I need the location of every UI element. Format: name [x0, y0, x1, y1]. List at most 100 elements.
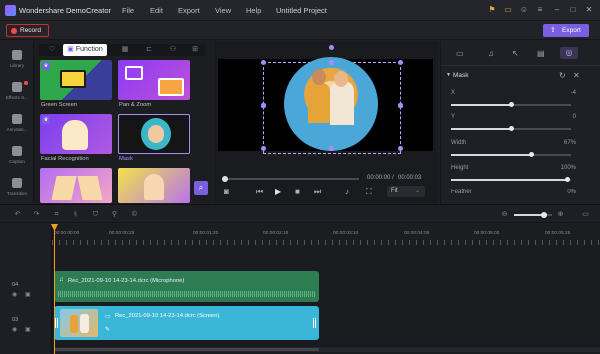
copyright-icon[interactable]: © — [130, 210, 139, 219]
resize-handle-bl[interactable] — [261, 146, 266, 151]
card-5[interactable] — [40, 168, 112, 203]
card-pan-zoom[interactable] — [118, 60, 190, 100]
zoom-out-icon[interactable]: ⊖ — [500, 210, 509, 219]
shield-icon[interactable]: ⛉ — [91, 210, 100, 219]
eye-icon[interactable]: ◉ — [12, 291, 17, 298]
tab-favorites[interactable]: ♡ — [42, 44, 62, 56]
bookmark-icon[interactable]: ▭ — [503, 5, 513, 15]
collapse-icon[interactable]: ▼ — [446, 72, 451, 78]
eye-icon[interactable]: ◉ — [12, 326, 17, 333]
timeline-ruler[interactable]: 00:00:00:00 00:00:00:25 00:00:01:20 00:0… — [52, 224, 600, 246]
zoom-fill — [514, 214, 545, 216]
card-green-screen[interactable]: ♛ — [40, 60, 112, 100]
fullscreen-icon[interactable]: ⛶ — [366, 187, 372, 197]
record-button[interactable]: Record — [6, 24, 49, 37]
card-label: Facial Recognition — [41, 156, 89, 162]
prop-height-slider[interactable] — [451, 177, 571, 182]
video-clip[interactable]: ▭ Rec_2021-09-10 14-23-14.dcrc (Screen) … — [54, 306, 319, 340]
thumb-zoom-target — [158, 78, 184, 96]
prop-x-slider[interactable] — [451, 102, 571, 107]
chevron-down-icon: ⌄ — [415, 188, 421, 194]
tab-function[interactable]: ▣ Function — [63, 44, 107, 56]
clip-trim-handle[interactable] — [313, 318, 316, 328]
timeline-scrollbar[interactable] — [54, 347, 600, 352]
scrubber-knob[interactable] — [222, 176, 228, 182]
tab-person[interactable]: ⚇ — [163, 44, 183, 56]
menu-file[interactable]: File — [122, 6, 134, 15]
resize-handle-tl[interactable] — [261, 60, 266, 65]
nav-transition[interactable]: Transition — [0, 178, 34, 196]
lock-icon[interactable]: ▣ — [25, 291, 31, 298]
audio-clip[interactable]: ♫ Rec_2021-09-10 14-23-14.dcrc (Micropho… — [54, 271, 319, 302]
library-panel: ♡ ▣ Function ▦ ⊏ ⚇ ⊞ ♛ Green Screen Pan … — [34, 41, 212, 203]
resize-handle-l[interactable] — [261, 103, 266, 108]
minimize-icon[interactable]: – — [552, 5, 562, 15]
close-icon[interactable]: ✕ — [584, 5, 594, 15]
slider-knob[interactable] — [509, 126, 514, 131]
maximize-icon[interactable]: □ — [568, 5, 578, 15]
cursor-icon[interactable]: ↖ — [512, 49, 519, 58]
card-mask[interactable] — [118, 114, 190, 154]
menu-help[interactable]: Help — [246, 6, 261, 15]
split-icon[interactable]: ⫲ — [71, 210, 80, 219]
scrollbar-thumb[interactable] — [54, 348, 319, 351]
prev-frame-icon[interactable]: ⏮ — [256, 187, 263, 197]
prop-y-slider[interactable] — [451, 126, 571, 131]
next-frame-icon[interactable]: ⏭ — [314, 187, 321, 197]
menu-view[interactable]: View — [215, 6, 231, 15]
nav-annotation[interactable]: Annotati... — [0, 114, 34, 132]
video-icon[interactable]: ▭ — [456, 49, 464, 58]
redo-icon[interactable]: ↷ — [32, 210, 41, 219]
zoom-knob[interactable] — [541, 212, 548, 218]
menu-export[interactable]: Export — [178, 6, 200, 15]
app-title: Wondershare DemoCreator — [19, 6, 111, 15]
prop-width-slider[interactable] — [451, 152, 571, 157]
menu-icon[interactable]: ≡ — [535, 5, 545, 15]
zoom-slider[interactable] — [514, 212, 552, 218]
nav-library[interactable]: Library — [0, 50, 34, 68]
tab-camera[interactable]: ⊏ — [139, 44, 159, 56]
export-button[interactable]: ⇪ Export — [543, 24, 589, 37]
audio-icon[interactable]: ♫ — [488, 49, 494, 58]
resize-handle-br[interactable] — [398, 146, 403, 151]
remove-icon[interactable]: ✕ — [573, 71, 580, 80]
screenshot-icon[interactable]: ◙ — [224, 187, 229, 196]
reset-icon[interactable]: ↻ — [559, 71, 566, 80]
resize-handle-b[interactable] — [329, 146, 334, 151]
menu-edit[interactable]: Edit — [150, 6, 163, 15]
resize-handle-tr[interactable] — [398, 60, 403, 65]
masked-video[interactable] — [284, 57, 378, 151]
track-number: 03 — [12, 317, 19, 323]
mic-icon[interactable]: ⚲ — [110, 210, 119, 219]
clip-trim-handle[interactable] — [55, 318, 58, 328]
stop-icon[interactable]: ■ — [295, 187, 300, 196]
resize-handle-r[interactable] — [398, 103, 403, 108]
nav-caption[interactable]: Caption — [0, 146, 34, 164]
player-scrubber[interactable] — [222, 176, 359, 182]
volume-icon[interactable]: ♪ — [345, 187, 349, 196]
card-6[interactable] — [118, 168, 190, 203]
rotate-handle[interactable] — [329, 45, 334, 50]
undo-icon[interactable]: ↶ — [13, 210, 22, 219]
play-icon[interactable]: ▶ — [275, 187, 281, 196]
ruler-tick: 00:00:00:00 — [54, 231, 80, 236]
fit-timeline-icon[interactable]: ▭ — [581, 210, 590, 219]
user-icon[interactable]: ☺ — [519, 5, 529, 15]
playhead[interactable] — [54, 224, 55, 354]
cart-icon[interactable]: ⚑ — [487, 5, 497, 15]
tab-filter[interactable]: ▦ — [115, 44, 135, 56]
nav-effects[interactable]: Effects S... — [0, 81, 34, 100]
caption-tab-icon[interactable]: ▤ — [537, 49, 545, 58]
slider-knob[interactable] — [509, 102, 514, 107]
card-facial-recognition[interactable]: ♛ — [40, 114, 112, 154]
resize-handle-t[interactable] — [329, 60, 334, 65]
zoom-in-icon[interactable]: ⊕ — [556, 210, 565, 219]
mask-icon[interactable]: ◎ — [560, 47, 578, 59]
lock-icon[interactable]: ▣ — [25, 326, 31, 333]
tab-grid[interactable]: ⊞ — [185, 44, 205, 56]
search-button[interactable]: ⌕ — [194, 181, 208, 195]
card-label: Green Screen — [41, 102, 78, 108]
person-left — [308, 83, 330, 123]
crop-icon[interactable]: ⌗ — [52, 210, 61, 219]
fit-select[interactable]: Fit ⌄ — [387, 186, 425, 197]
